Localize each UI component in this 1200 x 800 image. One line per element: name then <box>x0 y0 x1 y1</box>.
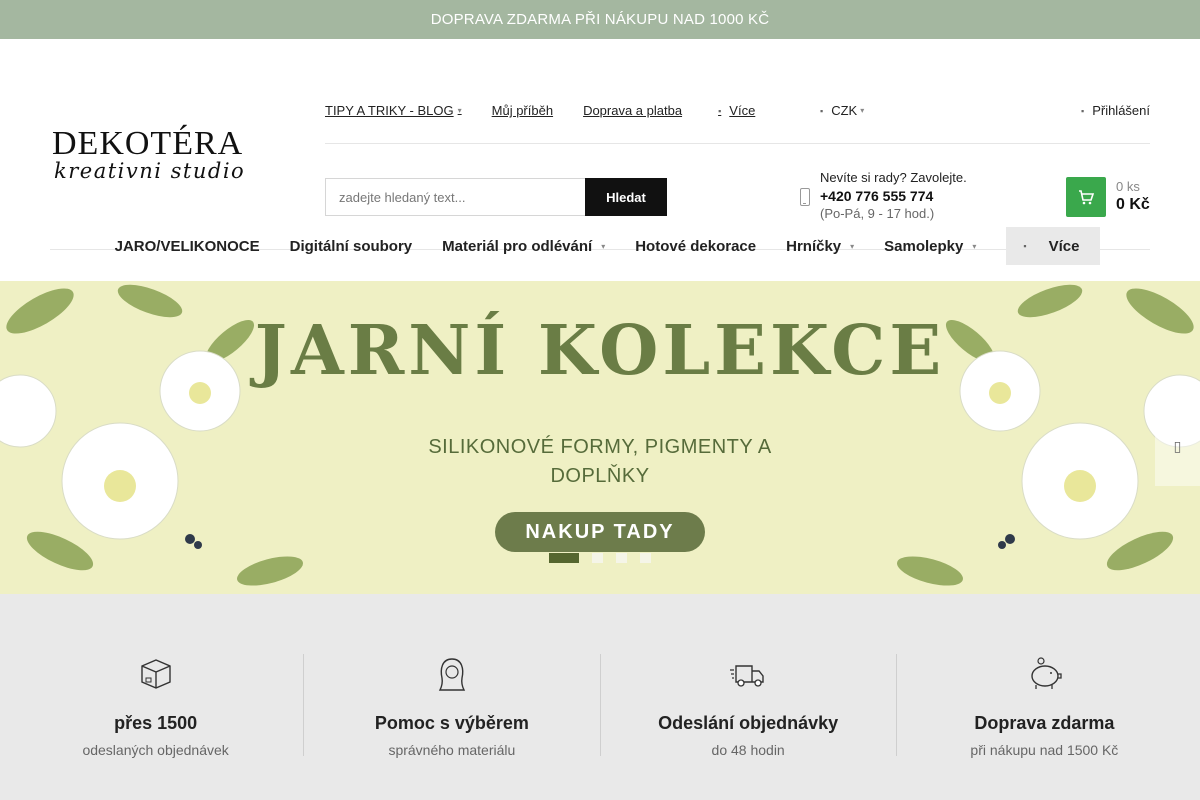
hero-banner[interactable]: JARNÍ KOLEKCE SILIKONOVÉ FORMY, PIGMENTY… <box>0 281 1200 594</box>
nav-more[interactable]: ▪ Více <box>1006 227 1101 265</box>
cart-price: 0 Kč <box>1116 196 1150 213</box>
nav-item-stickers[interactable]: Samolepky ▾ <box>884 238 976 255</box>
cart-button[interactable] <box>1066 177 1106 217</box>
piggy-bank-icon <box>1031 657 1063 689</box>
feature-title: Odeslání objednávky <box>658 713 839 733</box>
search-input[interactable] <box>325 178 585 216</box>
chevron-down-icon: ▾ <box>601 241 606 251</box>
chevron-down-icon: ▾ <box>457 106 462 115</box>
contact-prompt: Nevíte si rady? Zavolejte. <box>820 170 967 185</box>
currency-value: CZK <box>831 103 858 118</box>
nav-item-mugs[interactable]: Hrníčky ▾ <box>786 238 854 255</box>
topnav-item-story[interactable]: Můj příběh <box>492 103 553 118</box>
nav-item-casting[interactable]: Materiál pro odlévání ▾ <box>442 238 605 255</box>
divider <box>325 143 1150 144</box>
top-navigation: TIPY A TRIKY - BLOG ▾ Můj příběh Doprava … <box>325 103 785 118</box>
login-label: Přihlášení <box>1092 103 1150 118</box>
cart-summary[interactable]: 0 ks 0 Kč <box>1116 179 1150 214</box>
cart-count: 0 ks <box>1116 179 1140 194</box>
feature-title: Doprava zdarma <box>974 713 1115 733</box>
woman-icon <box>438 658 466 691</box>
contact-phone[interactable]: +420 776 555 774 <box>820 187 967 205</box>
promo-bar: DOPRAVA ZDARMA PŘI NÁKUPU NAD 1000 KČ <box>0 0 1200 39</box>
feature-item: Odeslání objednávky do 48 hodin <box>599 654 896 758</box>
feature-subtitle: při nákupu nad 1500 Kč <box>970 742 1119 758</box>
nav-item-spring[interactable]: JARO/VELIKONOCE <box>115 238 260 255</box>
slider-dot[interactable] <box>592 553 603 563</box>
slider-dot[interactable] <box>640 553 651 563</box>
feature-subtitle: správného materiálu <box>388 742 516 758</box>
promo-text: DOPRAVA ZDARMA PŘI NÁKUPU NAD 1000 KČ <box>430 11 770 28</box>
hero-title: JARNÍ KOLEKCE <box>254 311 946 391</box>
truck-icon <box>730 665 764 687</box>
feature-title: Pomoc s výběrem <box>374 713 529 733</box>
cart-icon <box>1079 190 1095 205</box>
logo-brand: DEKOTÉRA <box>52 125 244 162</box>
contact-hours: (Po-Pá, 9 - 17 hod.) <box>820 206 935 221</box>
hero-cta-button[interactable]: NAKUP TADY <box>495 512 705 552</box>
search-form: Hledat <box>325 178 667 216</box>
topnav-item-shipping[interactable]: Doprava a platba <box>583 103 682 118</box>
phone-icon <box>800 188 810 206</box>
features-strip: přes 1500 odeslaných objednávek Pomoc s … <box>0 594 1200 800</box>
slider-dot[interactable] <box>616 553 627 563</box>
feature-item: přes 1500 odeslaných objednávek <box>8 654 303 758</box>
logo-tagline: kreativni studio <box>54 159 246 183</box>
nav-item-digital[interactable]: Digitální soubory <box>290 238 413 255</box>
search-button[interactable]: Hledat <box>585 178 667 216</box>
slider-dot-active[interactable] <box>549 553 579 563</box>
topnav-more[interactable]: ▪ Více <box>718 103 755 118</box>
user-icon: ▪ <box>1080 105 1085 116</box>
chevron-down-icon: ▾ <box>850 241 855 251</box>
logo[interactable]: DEKOTÉRA kreativni studio <box>52 127 257 191</box>
chevron-down-icon: ▾ <box>972 241 977 251</box>
slider-next-button[interactable]: ▯ <box>1155 406 1200 486</box>
feature-item: Pomoc s výběrem správného materiálu <box>303 654 599 758</box>
menu-dots-icon: ▪ <box>1023 241 1027 251</box>
topnav-item-blog[interactable]: TIPY A TRIKY - BLOG ▾ <box>325 103 462 118</box>
chevron-down-icon: ▾ <box>860 106 865 115</box>
login-link[interactable]: ▪ Přihlášení <box>1081 103 1150 118</box>
header: DEKOTÉRA kreativni studio TIPY A TRIKY -… <box>0 39 1200 250</box>
chevron-right-icon: ▯ <box>1173 437 1182 454</box>
feature-subtitle: odeslaných objednávek <box>82 742 229 758</box>
feature-subtitle: do 48 hodin <box>711 742 785 758</box>
feature-title: přes 1500 <box>114 713 198 733</box>
main-navigation: JARO/VELIKONOCE Digitální soubory Materi… <box>0 227 1200 265</box>
menu-dots-icon: ▪ <box>718 105 722 116</box>
feature-item: Doprava zdarma při nákupu nad 1500 Kč <box>895 654 1192 758</box>
box-icon <box>140 659 171 689</box>
nav-item-decorations[interactable]: Hotové dekorace <box>635 238 756 255</box>
hero-subtitle: SILIKONOVÉ FORMY, PIGMENTY A DOPLŇKY <box>428 436 772 487</box>
currency-selector[interactable]: ▪ CZK ▾ <box>820 103 864 118</box>
currency-icon: ▪ <box>820 105 824 116</box>
slider-pagination <box>549 553 664 563</box>
contact-info: Nevíte si rady? Zavolejte. +420 776 555 … <box>820 169 967 223</box>
